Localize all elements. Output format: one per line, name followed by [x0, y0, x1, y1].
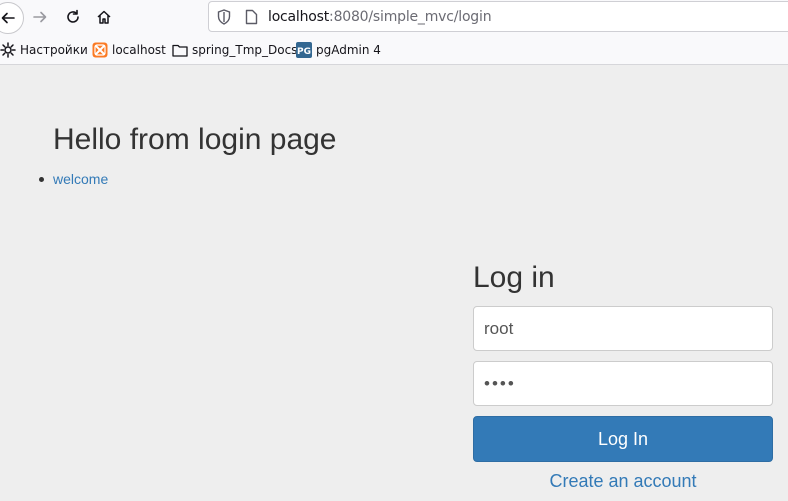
url-text[interactable]: localhost:8080/simple_mvc/login — [268, 9, 492, 25]
username-input[interactable] — [473, 306, 773, 351]
url-host: localhost — [268, 9, 330, 25]
bookmark-localhost[interactable]: localhost — [92, 41, 166, 59]
bookmark-settings[interactable]: Настройки — [0, 41, 88, 59]
back-button[interactable] — [0, 2, 24, 34]
page-title: Hello from login page — [53, 123, 337, 156]
bookmark-label: Настройки — [20, 43, 88, 57]
create-account-link[interactable]: Create an account — [473, 471, 773, 492]
url-path: :8080/simple_mvc/login — [329, 9, 492, 25]
bookmark-label: spring_Tmp_Docs — [192, 43, 298, 57]
gear-icon — [0, 42, 16, 58]
bookmark-label: pgAdmin 4 — [316, 43, 381, 57]
shield-icon[interactable] — [217, 9, 231, 30]
bookmark-pgadmin[interactable]: PG pgAdmin 4 — [296, 41, 381, 59]
bookmark-label: localhost — [112, 43, 166, 57]
page-info-icon[interactable] — [245, 9, 258, 30]
browser-toolbar: localhost:8080/simple_mvc/login — [0, 0, 788, 35]
pgadmin-icon: PG — [296, 42, 312, 58]
folder-icon — [172, 43, 188, 57]
forward-button[interactable] — [26, 3, 54, 31]
arrow-right-icon — [33, 11, 47, 23]
bookmark-spring-tmp-docs[interactable]: spring_Tmp_Docs — [172, 41, 297, 59]
reload-button[interactable] — [59, 3, 87, 31]
list-item: welcome — [38, 170, 108, 188]
svg-text:PG: PG — [297, 47, 311, 57]
welcome-link[interactable]: welcome — [53, 171, 108, 187]
reload-icon — [67, 9, 79, 23]
xampp-icon — [92, 42, 108, 58]
arrow-left-icon — [1, 12, 15, 24]
address-bar[interactable]: localhost:8080/simple_mvc/login — [208, 1, 788, 32]
password-input[interactable] — [473, 361, 773, 406]
login-title: Log in — [473, 261, 555, 294]
home-button[interactable] — [90, 3, 118, 31]
home-icon — [97, 10, 111, 24]
nav-list: welcome — [38, 170, 108, 188]
login-button[interactable]: Log In — [473, 416, 773, 462]
bookmarks-bar: Настройки localhost spring_Tmp_Docs PG p… — [0, 35, 788, 65]
